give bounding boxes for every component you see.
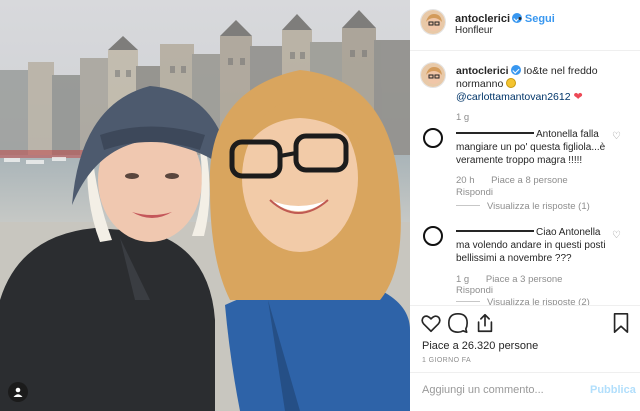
dot-separator: •	[518, 13, 522, 25]
redacted-username	[456, 132, 534, 134]
comment-1-time: 20 h	[456, 175, 475, 186]
comment-1-meta: 20 h Piace a 8 persone	[456, 175, 568, 186]
redacted-username	[456, 230, 534, 232]
replies-line	[456, 205, 480, 206]
comment-2-text: Ciao Antonella ma volendo andare in ques…	[456, 227, 606, 264]
comment-2: Ciao Antonella ma volendo andare in ques…	[456, 226, 614, 265]
comment-2-meta: 1 g Piace a 3 persone	[456, 274, 562, 285]
heart-icon[interactable]	[420, 312, 442, 334]
comment-1-reply[interactable]: Rispondi	[456, 187, 493, 198]
author-username-text[interactable]: antoclerici	[455, 13, 510, 25]
photo-illustration	[0, 0, 410, 411]
share-icon[interactable]	[474, 312, 496, 334]
post-actions	[410, 312, 640, 336]
caption-avatar[interactable]	[420, 62, 446, 88]
view-replies-1[interactable]: Visualizza le risposte (1)	[456, 201, 590, 212]
caption-username[interactable]: antoclerici	[456, 65, 509, 77]
comment-like-icon[interactable]: ♡	[612, 131, 621, 142]
actions-divider	[410, 305, 640, 306]
post-photo[interactable]	[0, 0, 410, 411]
commenter-avatar[interactable]	[423, 128, 443, 148]
comment-2-likes[interactable]: Piace a 3 persone	[486, 274, 563, 285]
post-caption: antoclerici Io&te nel freddo normanno @c…	[456, 65, 634, 104]
likes-count[interactable]: Piace a 26.320 persone	[422, 340, 538, 352]
post-location[interactable]: Honfleur	[455, 25, 493, 36]
comment-2-time: 1 g	[456, 274, 470, 285]
comment-icon[interactable]	[447, 312, 469, 334]
view-replies-2[interactable]: Visualizza le risposte (2)	[456, 297, 590, 305]
bookmark-icon[interactable]	[610, 312, 632, 334]
heart-emoji: ❤	[573, 91, 583, 103]
commenter-avatar[interactable]	[423, 226, 443, 246]
caption-mention[interactable]: @carlottamantovan2612	[456, 91, 571, 103]
comment-1-text: Antonella falla mangiare un po' questa f…	[456, 129, 606, 166]
post-date: 1 GIORNO FA	[422, 357, 472, 364]
comment-input[interactable]	[422, 384, 582, 396]
header-divider	[410, 50, 640, 51]
replies-line	[456, 301, 480, 302]
verified-icon	[510, 65, 521, 75]
caption-age: 1 g	[456, 112, 470, 123]
comment-like-icon[interactable]: ♡	[612, 230, 621, 241]
follow-label[interactable]: Segui	[525, 13, 555, 25]
view-replies-2-label[interactable]: Visualizza le risposte (2)	[487, 297, 590, 305]
post-sidebar: antoclerici • Segui Honfleur antoclerici …	[410, 0, 640, 411]
comment-2-reply[interactable]: Rispondi	[456, 285, 493, 296]
comment-1-likes[interactable]: Piace a 8 persone	[491, 175, 568, 186]
author-username[interactable]: antoclerici	[455, 13, 523, 25]
publish-button[interactable]: Pubblica	[590, 384, 636, 396]
view-replies-1-label[interactable]: Visualizza le risposte (1)	[487, 201, 590, 212]
author-avatar[interactable]	[420, 9, 446, 35]
comment-1: Antonella falla mangiare un po' questa f…	[456, 128, 614, 167]
input-divider	[410, 372, 640, 373]
follow-button[interactable]: • Segui	[518, 13, 555, 25]
user-tag-icon[interactable]	[8, 382, 28, 402]
grin-emoji-icon	[506, 78, 517, 88]
